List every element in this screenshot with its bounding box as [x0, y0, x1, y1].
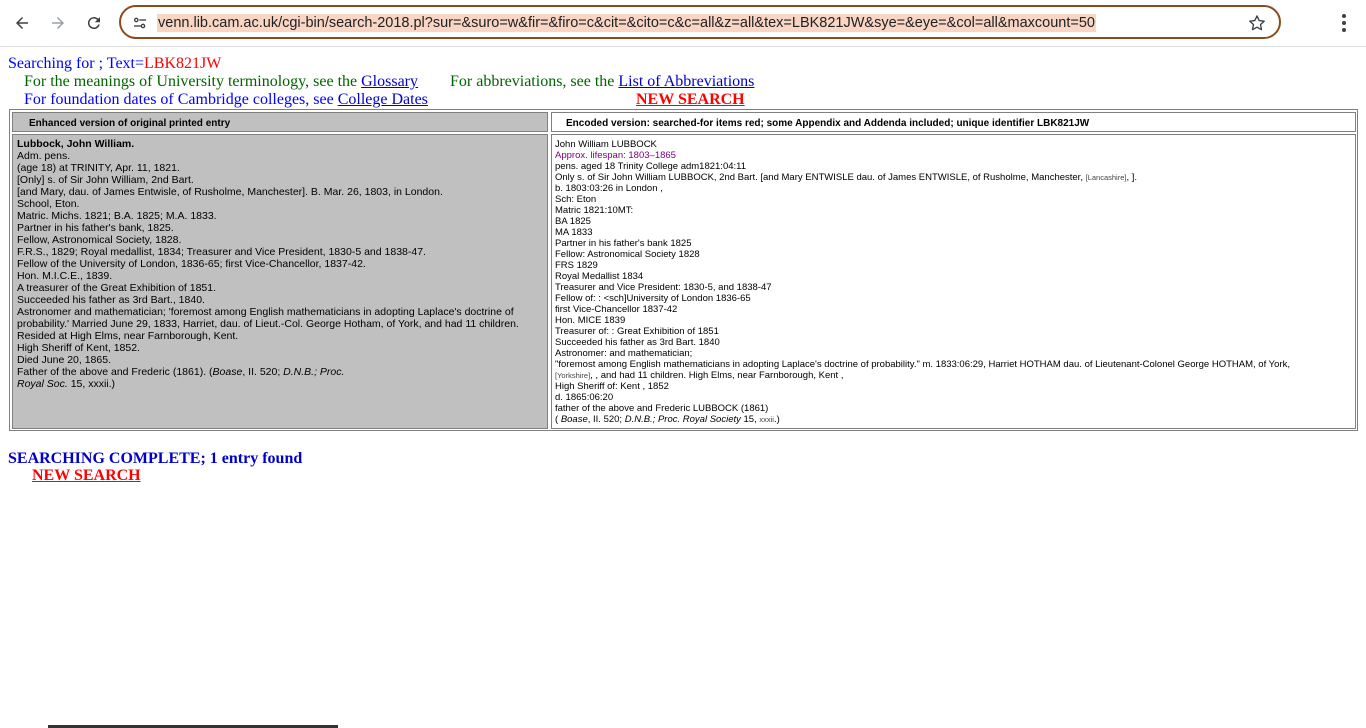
encoded-line: Astronomer: and mathematician; — [555, 348, 693, 359]
encoded-line: Partner in his father's bank 1825 — [555, 238, 692, 249]
enhanced-line: Died June 20, 1865. — [17, 354, 111, 366]
results-table: Enhanced version of original printed ent… — [9, 109, 1358, 431]
browser-toolbar: venn.lib.cam.ac.uk/cgi-bin/search-2018.p… — [0, 0, 1366, 47]
ref-page-r: xxxii — [759, 415, 774, 424]
abbrev-prefix: For abbreviations, see the — [450, 73, 619, 90]
enhanced-line: Fellow of the University of London, 1836… — [17, 258, 366, 270]
county-yorkshire: [Yorkshire] — [555, 371, 591, 380]
ref-dnb: D.N.B.; Proc. — [283, 366, 345, 378]
ref-boase-page: , II. 520; — [242, 366, 284, 378]
parentage-end: , ]. — [1126, 172, 1138, 183]
ref-boase: Boase — [212, 366, 243, 378]
back-arrow-icon — [16, 17, 28, 29]
enhanced-father-line: Father of the above and Frederic (1861).… — [17, 366, 543, 378]
search-term: LBK821JW — [144, 55, 222, 72]
encoded-line: father of the above and Frederic LUBBOCK… — [555, 403, 769, 414]
enhanced-ref-line: Royal Soc. 15, xxxii.) — [17, 378, 543, 390]
enhanced-line: Matric. Michs. 1821; B.A. 1825; M.A. 183… — [17, 210, 217, 222]
enhanced-line: (age 18) at TRINITY, Apr. 11, 1821. — [17, 162, 180, 174]
glossary-note: For the meanings of University terminolo… — [24, 73, 418, 91]
enhanced-line: Resided at High Elms, near Farnborough, … — [17, 330, 239, 342]
encoded-line: Succeeded his father as 3rd Bart. 1840 — [555, 337, 720, 348]
ref-dnb-r: D.N.B.; Proc. Royal Society — [624, 414, 741, 425]
enhanced-entry: Lubbock, John William. Adm. pens. (age 18… — [12, 134, 548, 429]
children-text: , , and had 11 children. High Elms, near… — [590, 370, 844, 381]
search-summary: Searching for ; Text=LBK821JW — [8, 55, 221, 73]
encoded-line: Sch: Eton — [555, 194, 597, 205]
encoded-name: John William LUBBOCK — [555, 139, 657, 150]
glossary-prefix: For the meanings of University terminolo… — [24, 73, 362, 90]
abbreviations-note: For abbreviations, see the List of Abbre… — [450, 73, 754, 91]
encoded-line: first Vice-Chancellor 1837-42 — [555, 304, 678, 315]
encoded-line: Fellow of: : <sch]University of London 1… — [555, 293, 751, 304]
search-prefix: Searching for ; Text= — [8, 55, 145, 72]
enhanced-header: Enhanced version of original printed ent… — [12, 112, 548, 132]
enhanced-line: [Only] s. of Sir John William, 2nd Bart. — [17, 174, 194, 186]
new-search-link-bottom[interactable]: NEW SEARCH — [32, 467, 141, 485]
father-text: Father of the above and Frederic (1861).… — [17, 366, 213, 378]
enhanced-line: School, Eton. — [17, 198, 80, 210]
encoded-admission: pens. aged 18 Trinity College adm1821:04… — [555, 161, 747, 172]
ref-royal-soc-page: 15, xxxii.) — [67, 378, 116, 390]
new-search-link-top[interactable]: NEW SEARCH — [636, 91, 745, 109]
encoded-refs: ( Boase, II. 520; D.N.B.; Proc. Royal So… — [555, 414, 1352, 425]
encoded-line: Fellow: Astronomical Society 1828 — [555, 249, 700, 260]
entry-name: Lubbock, John William. — [17, 138, 135, 150]
site-info-icon[interactable] — [131, 14, 149, 32]
more-vert-icon[interactable] — [1334, 12, 1354, 34]
encoded-line: High Sheriff of: Kent , 1852 — [555, 381, 669, 392]
address-bar[interactable]: venn.lib.cam.ac.uk/cgi-bin/search-2018.p… — [119, 5, 1281, 39]
forward-arrow-icon — [52, 17, 64, 29]
encoded-line: Royal Medallist 1834 — [555, 271, 644, 282]
encoded-line: Hon. MICE 1839 — [555, 315, 626, 326]
reload-button[interactable] — [80, 9, 108, 37]
college-dates-note: For foundation dates of Cambridge colleg… — [24, 91, 428, 109]
enhanced-line: F.R.S., 1829; Royal medallist, 1834; Tre… — [17, 246, 426, 258]
enhanced-line: Astronomer and mathematician; 'foremost … — [17, 306, 514, 318]
encoded-children: [Yorkshire], , and had 11 children. High… — [555, 370, 1352, 381]
star-icon[interactable] — [1247, 13, 1267, 33]
encoded-lines-b: High Sheriff of: Kent , 1852 d. 1865:06:2… — [555, 381, 1352, 414]
abbreviations-link[interactable]: List of Abbreviations — [618, 73, 754, 90]
encoded-parentage: Only s. of Sir John William LUBBOCK, 2nd… — [555, 172, 1352, 183]
ref-boase-r: Boase — [560, 414, 588, 425]
glossary-link[interactable]: Glossary — [361, 73, 418, 90]
search-complete-message: SEARCHING COMPLETE; 1 entry found — [8, 450, 303, 467]
encoded-line: MA 1833 — [555, 227, 593, 238]
forward-button[interactable] — [44, 9, 72, 37]
ref-boase-page-r: , II. 520; — [587, 414, 625, 425]
enhanced-lines: Adm. pens. (age 18) at TRINITY, Apr. 11, … — [17, 150, 543, 366]
encoded-line: Treasurer and Vice President: 1830-5, an… — [555, 282, 772, 293]
enhanced-line: A treasurer of the Great Exhibition of 1… — [17, 282, 217, 294]
parentage-text: Only s. of Sir John William LUBBOCK, 2nd… — [555, 172, 1086, 183]
encoded-line: b. 1803:03:26 in London , — [555, 183, 663, 194]
dates-prefix: For foundation dates of Cambridge colleg… — [24, 91, 338, 108]
county-lancashire: [Lancashire] — [1085, 173, 1127, 182]
college-dates-link[interactable]: College Dates — [338, 91, 428, 108]
enhanced-line: Partner in his father's bank, 1825. — [17, 222, 174, 234]
encoded-line: BA 1825 — [555, 216, 591, 227]
encoded-line: FRS 1829 — [555, 260, 598, 271]
url-text[interactable]: venn.lib.cam.ac.uk/cgi-bin/search-2018.p… — [157, 14, 1096, 32]
reload-icon — [87, 17, 100, 30]
enhanced-line: Hon. M.I.C.E., 1839. — [17, 270, 113, 282]
enhanced-line: Succeeded his father as 3rd Bart., 1840. — [17, 294, 205, 306]
ref-vol-r: 15, — [740, 414, 760, 425]
enhanced-line: [and Mary, dau. of James Entwisle, of Ru… — [17, 186, 443, 198]
enhanced-line: probability.' Married June 29, 1833, Har… — [17, 318, 519, 330]
enhanced-line: High Sheriff of Kent, 1852. — [17, 342, 140, 354]
encoded-line: d. 1865:06:20 — [555, 392, 614, 403]
encoded-line: Treasurer of: : Great Exhibition of 1851 — [555, 326, 719, 337]
enhanced-line: Fellow, Astronomical Society, 1828. — [17, 234, 182, 246]
ref-close-r: .) — [773, 414, 780, 425]
encoded-entry: John William LUBBOCK Approx. lifespan: 1… — [551, 134, 1356, 429]
lifespan: Approx. lifespan: 1803–1865 — [555, 150, 676, 161]
enhanced-line: Adm. pens. — [17, 150, 71, 162]
encoded-line: Matric 1821:10MT: — [555, 205, 634, 216]
back-button[interactable] — [8, 9, 36, 37]
encoded-header: Encoded version: searched-for items red;… — [551, 112, 1356, 132]
encoded-foremost: "foremost among English mathematicians i… — [555, 359, 1290, 370]
ref-royal-soc: Royal Soc. — [17, 378, 68, 390]
encoded-lines-a: b. 1803:03:26 in London , Sch: Eton Matric… — [555, 183, 1352, 359]
